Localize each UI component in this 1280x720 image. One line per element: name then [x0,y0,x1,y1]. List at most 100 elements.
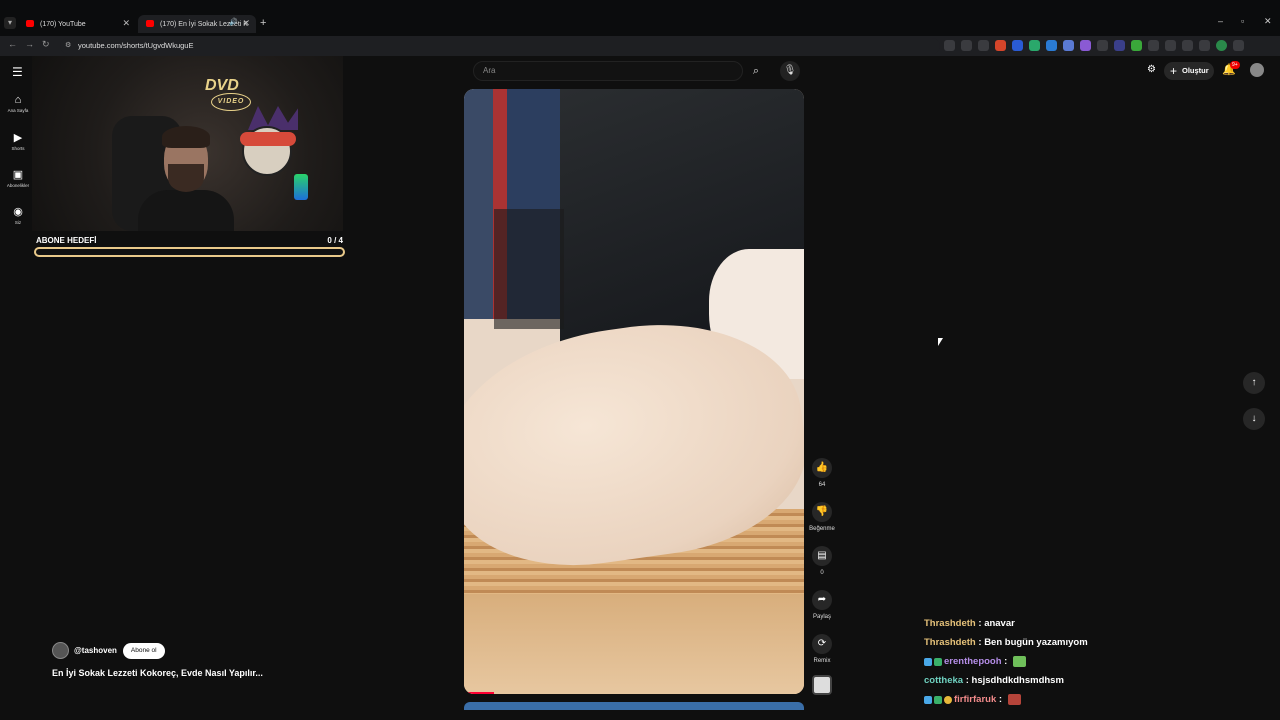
channel-row: @tashoven Abone ol [52,642,165,659]
extension-icon[interactable] [1029,40,1040,51]
new-tab-button[interactable]: + [260,17,266,29]
chat-username: cottheka [924,675,964,686]
chat-emote-icon [1007,694,1021,705]
chat-separator: : [975,637,985,648]
maximize-button[interactable]: ▫ [1241,16,1244,26]
chat-emote-icon [1012,656,1026,667]
streamer-figure [124,124,244,231]
extension-icon[interactable] [961,40,972,51]
comment-icon: ▤ [812,546,832,566]
short-video-player[interactable] [464,89,804,694]
comment-count: 0 [820,570,824,576]
video-progress-bar[interactable] [464,692,494,694]
settings-gear-icon[interactable]: ⚙ [1147,64,1156,75]
speaker-icon[interactable]: 🔊 [229,18,238,26]
close-window-button[interactable]: ✕ [1264,16,1272,27]
reload-icon[interactable]: ↻ [42,39,50,50]
microphone-icon[interactable]: 🎙 [780,61,800,81]
notifications-badge: 9+ [1230,61,1240,69]
extension-icon[interactable] [1148,40,1159,51]
thumbs-up-icon: 👍 [812,458,832,478]
create-button[interactable]: + Oluştur [1164,62,1214,80]
chat-message: erenthepooh : [924,652,1224,671]
sidebar-item-you[interactable]: ◉ Siz [2,205,34,225]
profile-avatar-icon[interactable] [1216,40,1227,51]
browser-tab-short[interactable]: (170) En İyi Sokak Lezzeti K 🔊 ✕ [138,15,256,33]
sidebar-item-subscriptions[interactable]: ▣ Abonelikler [2,168,34,188]
extension-icon[interactable] [1012,40,1023,51]
account-avatar[interactable] [1250,63,1264,77]
mouse-cursor-icon [938,338,943,346]
extension-icon[interactable] [1165,40,1176,51]
previous-short-button[interactable]: ↑ [1243,372,1265,394]
chat-badge-icon [934,695,942,704]
bookmark-star-icon[interactable] [978,40,989,51]
chat-username: firfirfaruk [954,694,997,705]
sidebar-item-label: Abonelikler [6,183,30,188]
chat-message: Thrashdeth : anavar [924,614,1224,633]
sidebar-item-shorts[interactable]: ▶ Shorts [2,131,34,151]
share-button[interactable]: ➦ Paylaş [806,590,838,620]
chat-username: erenthepooh [944,656,1002,667]
extension-icon[interactable] [1063,40,1074,51]
browser-tab-youtube[interactable]: (170) YouTube ✕ [18,15,136,33]
goal-progress-bar [34,247,345,257]
you-icon: ◉ [13,206,23,218]
youtube-shorts-page: ☰ ⌂ Ana Sayfa ▶ Shorts ▣ Abonelikler ◉ S… [0,56,1280,720]
search-input[interactable]: Ara [473,61,743,81]
chat-message: firfirfaruk : [924,690,1224,709]
chat-badge-icon [934,657,942,666]
chat-separator: : [975,618,985,629]
chat-message: Thrashdeth : Ben bugün yazamıyom [924,633,1224,652]
next-short-preview[interactable] [464,702,804,710]
back-icon[interactable]: ← [8,39,17,49]
dislike-button[interactable]: 👎 Beğenme [806,502,838,532]
extension-icon[interactable] [995,40,1006,51]
address-toolbar: ← → ↻ ⚙ youtube.com/shorts/tUgvdWkuguE [0,36,1280,56]
browser-menu-icon[interactable] [1233,40,1244,51]
comments-button[interactable]: ▤ 0 [806,546,838,576]
channel-avatar[interactable] [52,642,69,659]
next-short-button[interactable]: ↓ [1243,408,1265,430]
tab-search-button[interactable]: ▾ [4,17,16,29]
extension-icon[interactable] [944,40,955,51]
channel-name[interactable]: @tashoven [74,646,117,655]
extension-icon[interactable] [1199,40,1210,51]
address-bar[interactable]: ⚙ youtube.com/shorts/tUgvdWkuguE [60,38,940,54]
tab-title: (170) YouTube [40,20,86,28]
forward-icon[interactable]: → [25,39,34,49]
sidebar-item-home[interactable]: ⌂ Ana Sayfa [2,94,34,113]
sidebar-item-label: Siz [14,220,22,225]
sound-thumbnail[interactable] [812,675,832,695]
extensions-puzzle-icon[interactable] [1182,40,1193,51]
chat-badge-icon [944,695,952,704]
share-arrow-icon: ➦ [812,590,832,610]
goal-title: ABONE HEDEFİ [36,236,97,245]
remix-button[interactable]: ⟳ Remix [806,634,838,664]
rgb-lamp [294,174,308,200]
minimize-button[interactable]: – [1218,16,1223,26]
chat-text: hsjsdhdkdhsmdhsm [971,675,1064,686]
share-label: Paylaş [812,614,831,620]
extension-icon[interactable] [1114,40,1125,51]
extension-icon[interactable] [1046,40,1057,51]
close-tab-icon[interactable]: ✕ [242,18,250,29]
site-info-icon[interactable]: ⚙ [65,38,71,54]
chat-separator: : [963,675,972,686]
sidebar-item-label: Shorts [11,146,25,151]
chat-username: Thrashdeth [924,637,976,648]
subscribe-button[interactable]: Abone ol [122,642,165,659]
chat-separator: : [996,694,1005,705]
extension-icon[interactable] [1080,40,1091,51]
search-icon[interactable]: ⌕ [745,61,767,81]
extension-icon[interactable] [1097,40,1108,51]
short-title[interactable]: En İyi Sokak Lezzeti Kokoreç, Evde Nasıl… [52,668,263,678]
close-tab-icon[interactable]: ✕ [122,18,130,29]
like-button[interactable]: 👍 64 [806,458,838,488]
home-icon: ⌂ [14,94,22,106]
remix-icon: ⟳ [812,634,832,654]
like-count: 64 [818,482,826,488]
extension-icon[interactable] [1131,40,1142,51]
youtube-favicon-icon [146,20,154,27]
hamburger-menu-icon[interactable]: ☰ [12,65,23,79]
